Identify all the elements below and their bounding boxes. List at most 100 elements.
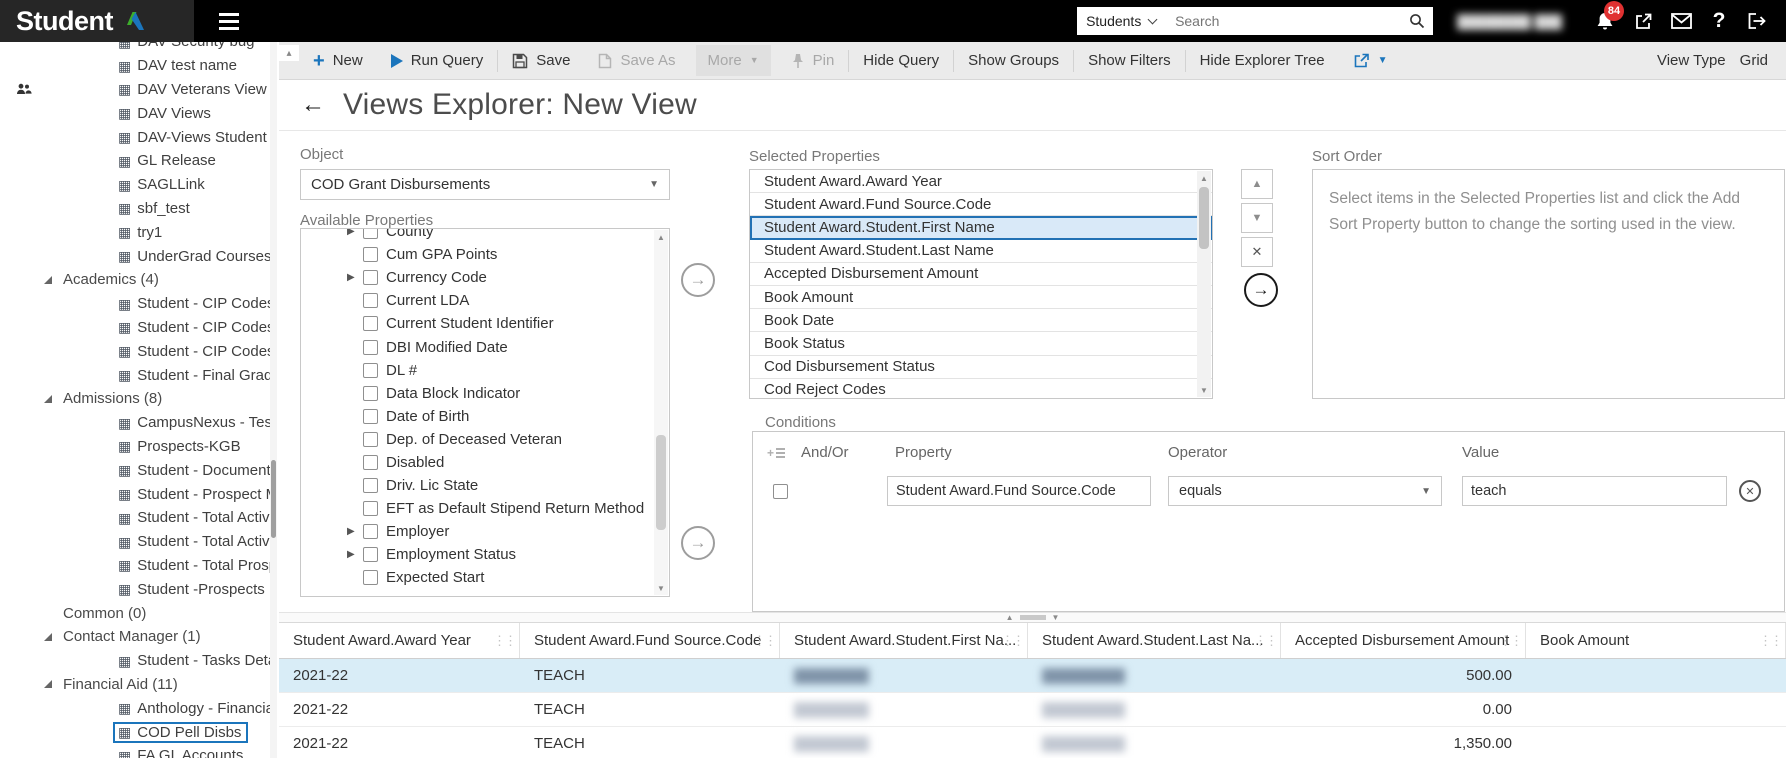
selected-property-item[interactable]: Book Status bbox=[750, 332, 1212, 356]
column-menu-handle-icon[interactable] bbox=[1759, 633, 1781, 649]
condition-operator-select[interactable]: equals ▼ bbox=[1168, 476, 1442, 506]
sidebar-tree-item[interactable]: ▦ Financial Aid (11) bbox=[0, 673, 270, 697]
scroll-up-icon[interactable]: ▲ bbox=[1197, 171, 1211, 185]
tree-expander-icon[interactable] bbox=[44, 395, 56, 403]
sidebar-tree-item[interactable]: ▦ Student - CIP Codes - Program bbox=[0, 316, 270, 340]
sidebar-tree-item[interactable]: ▦ DAV Security bug bbox=[0, 42, 270, 54]
sidebar-tree-item[interactable]: ▦ SAGLLink bbox=[0, 173, 270, 197]
property-checkbox[interactable] bbox=[363, 570, 378, 586]
available-property-item[interactable]: Disabled bbox=[347, 451, 669, 474]
available-property-item[interactable]: Current LDA bbox=[347, 289, 669, 312]
hide-explorer-tree-button[interactable]: Hide Explorer Tree bbox=[1200, 52, 1325, 69]
collapse-toolbar-button[interactable]: ▴ bbox=[279, 45, 299, 61]
product-logo[interactable]: Student bbox=[0, 0, 194, 42]
scroll-down-icon[interactable]: ▼ bbox=[1197, 383, 1211, 397]
available-scrollbar-thumb[interactable] bbox=[656, 435, 666, 530]
grid-column-header[interactable]: Book Amount bbox=[1526, 623, 1786, 658]
selected-property-item[interactable]: Student Award.Student.Last Name bbox=[750, 240, 1212, 263]
column-menu-handle-icon[interactable] bbox=[753, 633, 775, 649]
selected-property-item[interactable]: Student Award.Award Year bbox=[750, 170, 1212, 194]
grid-row[interactable]: 2021-22 TEACH █████████ ██████████ 1,350… bbox=[279, 727, 1786, 758]
sidebar-tree-item[interactable]: ▦ Student - Total Active Students bbox=[0, 530, 270, 554]
sidebar-tree-item[interactable]: ▦ CampusNexus - TestViewApplicar bbox=[0, 411, 270, 435]
column-menu-handle-icon[interactable] bbox=[1499, 633, 1521, 649]
sidebar-tree-item[interactable]: ▦ Common (0) bbox=[0, 601, 270, 625]
sidebar-tree-item[interactable]: ▦ GL Release bbox=[0, 149, 270, 173]
sidebar-tree-item[interactable]: ▦ Student - Total Active Programs bbox=[0, 506, 270, 530]
selected-list-scrollbar[interactable]: ▲ ▼ bbox=[1197, 171, 1211, 397]
logged-in-user-name[interactable]: ████████ ███ bbox=[1457, 14, 1562, 29]
available-property-item[interactable]: DBI Modified Date bbox=[347, 335, 669, 358]
column-menu-handle-icon[interactable] bbox=[493, 633, 515, 649]
available-property-item[interactable]: Cum GPA Points bbox=[347, 243, 669, 266]
remove-condition-button[interactable]: ✕ bbox=[1739, 480, 1761, 502]
property-checkbox[interactable] bbox=[363, 431, 378, 447]
sidebar-tree-item[interactable]: ▦ Student - Total Prospects bbox=[0, 554, 270, 578]
show-filters-button[interactable]: Show Filters bbox=[1088, 52, 1171, 69]
grid-row[interactable]: 2021-22 TEACH █████████ ██████████ 500.0… bbox=[279, 659, 1786, 693]
sidebar-tree-item[interactable]: ▦ DAV Veterans View bbox=[0, 78, 270, 102]
sidebar-tree-item[interactable]: ▦ UnderGrad Courses bbox=[0, 244, 270, 268]
property-checkbox[interactable] bbox=[363, 524, 378, 540]
property-checkbox[interactable] bbox=[363, 339, 378, 355]
sidebar-tree-item[interactable]: ▦ Student - CIP Codes - Program Ver bbox=[0, 339, 270, 363]
object-select[interactable]: COD Grant Disbursements ▼ bbox=[300, 169, 670, 200]
property-checkbox[interactable] bbox=[363, 316, 378, 332]
sidebar-scrollbar[interactable] bbox=[270, 42, 277, 758]
save-button[interactable]: Save bbox=[512, 52, 570, 69]
tree-expander-icon[interactable] bbox=[44, 680, 56, 688]
available-property-item[interactable]: Expected Start bbox=[347, 566, 669, 589]
available-property-item[interactable]: Dep. of Deceased Veteran bbox=[347, 428, 669, 451]
available-property-item[interactable]: Data Block Indicator bbox=[347, 382, 669, 405]
notifications-button[interactable]: 84 bbox=[1588, 0, 1624, 42]
property-checkbox[interactable] bbox=[363, 385, 378, 401]
scroll-up-icon[interactable]: ▲ bbox=[654, 230, 668, 244]
remove-property-button[interactable]: ✕ bbox=[1241, 237, 1273, 267]
scroll-down-icon[interactable]: ▼ bbox=[654, 581, 668, 595]
search-input[interactable] bbox=[1173, 12, 1410, 30]
expand-arrow-icon[interactable] bbox=[347, 272, 355, 283]
column-menu-handle-icon[interactable] bbox=[1001, 633, 1023, 649]
selected-property-item[interactable]: Cod Disbursement Status bbox=[750, 356, 1212, 379]
search-scope-select[interactable]: Students bbox=[1077, 7, 1166, 35]
selected-property-item[interactable]: Book Amount bbox=[750, 286, 1212, 310]
sidebar-tree-item[interactable]: ▦ Prospects-KGB bbox=[0, 435, 270, 459]
tree-expander-icon[interactable] bbox=[44, 276, 56, 284]
property-checkbox[interactable] bbox=[363, 478, 378, 494]
available-property-item[interactable]: EFT as Default Stipend Return Method bbox=[347, 497, 669, 520]
add-condition-property-button[interactable]: → bbox=[681, 526, 715, 560]
available-property-item[interactable]: Employer bbox=[347, 520, 669, 543]
property-checkbox[interactable] bbox=[363, 293, 378, 309]
new-button[interactable]: + New bbox=[313, 51, 363, 71]
sidebar-tree-item[interactable]: ▦ Student - Document Tracking bbox=[0, 458, 270, 482]
grid-column-header[interactable]: Student Award.Award Year bbox=[279, 623, 520, 658]
condition-value-input[interactable] bbox=[1462, 476, 1727, 506]
available-property-item[interactable]: Date of Birth bbox=[347, 405, 669, 428]
selected-property-item[interactable]: Accepted Disbursement Amount bbox=[750, 263, 1212, 286]
property-checkbox[interactable] bbox=[363, 247, 378, 263]
sidebar-tree-item[interactable]: ▦ Admissions (8) bbox=[0, 387, 270, 411]
sidebar-tree-item[interactable]: ▦ DAV-Views Student Groups bbox=[0, 125, 270, 149]
hide-query-button[interactable]: Hide Query bbox=[863, 52, 939, 69]
sidebar-tree-item[interactable]: ▦ Academics (4) bbox=[0, 268, 270, 292]
sidebar-tree-item[interactable]: ▦ sbf_test bbox=[0, 197, 270, 221]
tree-expander-icon[interactable] bbox=[44, 633, 56, 641]
column-menu-handle-icon[interactable] bbox=[1254, 633, 1276, 649]
grid-row[interactable]: 2021-22 TEACH █████████ ██████████ 0.00 bbox=[279, 693, 1786, 727]
sidebar-tree-item[interactable]: ▦ FA GL Accounts bbox=[0, 744, 270, 758]
move-property-up-button[interactable]: ▲ bbox=[1241, 169, 1273, 199]
property-checkbox[interactable] bbox=[363, 408, 378, 424]
splitter-grip[interactable] bbox=[1019, 615, 1046, 620]
panel-splitter[interactable]: ▲ ▼ bbox=[279, 612, 1786, 622]
expand-arrow-icon[interactable] bbox=[347, 549, 355, 560]
grid-column-header[interactable]: Student Award.Student.First Na... bbox=[780, 623, 1028, 658]
available-property-item[interactable]: Current Student Identifier bbox=[347, 312, 669, 335]
run-query-button[interactable]: Run Query bbox=[390, 52, 483, 69]
available-property-item[interactable]: Driv. Lic State bbox=[347, 474, 669, 497]
condition-property-input[interactable] bbox=[887, 476, 1151, 506]
add-condition-icon[interactable]: + bbox=[767, 446, 786, 460]
search-icon[interactable] bbox=[1409, 13, 1425, 29]
grid-column-header[interactable]: Accepted Disbursement Amount bbox=[1281, 623, 1526, 658]
messages-button[interactable] bbox=[1664, 0, 1698, 42]
available-property-item[interactable]: Currency Code bbox=[347, 266, 669, 289]
